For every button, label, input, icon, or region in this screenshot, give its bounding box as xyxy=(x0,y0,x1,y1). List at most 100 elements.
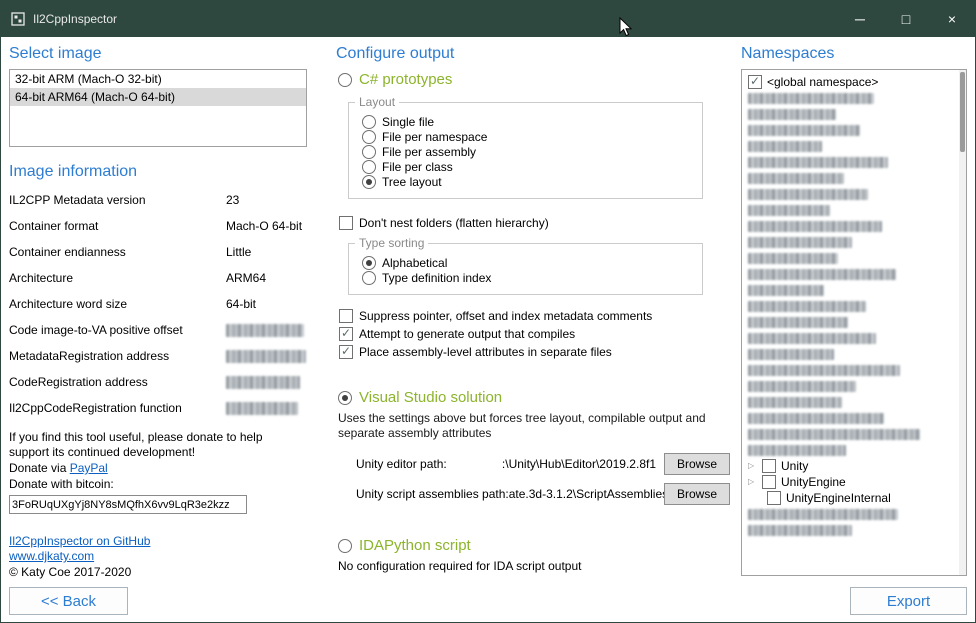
namespace-item[interactable]: ▷UnityEngine xyxy=(748,474,966,490)
redacted-namespace xyxy=(748,285,824,296)
radio-option[interactable]: Alphabetical xyxy=(362,255,702,270)
image-list[interactable]: 32-bit ARM (Mach-O 32-bit)64-bit ARM64 (… xyxy=(9,69,307,147)
website-link[interactable]: www.djkaty.com xyxy=(9,549,307,564)
app-icon xyxy=(11,12,25,26)
namespace-item[interactable] xyxy=(748,90,966,106)
namespace-item[interactable] xyxy=(748,234,966,250)
namespace-item[interactable] xyxy=(748,362,966,378)
layout-options: Single fileFile per namespaceFile per as… xyxy=(362,114,702,189)
namespace-item[interactable] xyxy=(748,218,966,234)
radio-option[interactable]: Type definition index xyxy=(362,270,702,285)
namespace-item[interactable] xyxy=(748,282,966,298)
namespace-item[interactable] xyxy=(748,154,966,170)
bitcoin-label: Donate with bitcoin: xyxy=(9,477,307,492)
browse-script-button[interactable]: Browse xyxy=(664,483,730,505)
bitcoin-address-input[interactable] xyxy=(9,495,247,514)
namespace-list[interactable]: <global namespace> ▷ Unity▷UnityEngineUnit… xyxy=(741,69,967,576)
csharp-prototypes-radio[interactable]: C# prototypes xyxy=(338,71,732,88)
namespace-item[interactable] xyxy=(748,346,966,362)
namespace-item[interactable]: ▷ Unity xyxy=(748,458,966,474)
scrollbar-thumb[interactable] xyxy=(960,72,965,152)
image-option[interactable]: 64-bit ARM64 (Mach-O 64-bit) xyxy=(10,88,306,106)
checkbox-option[interactable]: Place assembly-level attributes in separ… xyxy=(339,344,732,359)
namespace-item[interactable]: UnityEngineInternal xyxy=(748,490,966,506)
redacted-namespace xyxy=(748,109,836,120)
namespace-item[interactable] xyxy=(748,186,966,202)
donate-via-label: Donate via xyxy=(9,461,70,475)
redacted-namespace xyxy=(748,445,846,456)
namespace-item[interactable] xyxy=(748,250,966,266)
close-button[interactable]: × xyxy=(929,1,975,37)
namespace-item[interactable]: <global namespace> xyxy=(748,74,966,90)
option-label: Place assembly-level attributes in separ… xyxy=(359,345,612,359)
redacted-namespace xyxy=(748,301,866,312)
redacted-namespace xyxy=(748,429,920,440)
redacted-namespace xyxy=(748,237,852,248)
namespace-item[interactable] xyxy=(748,202,966,218)
info-value: 23 xyxy=(226,193,307,208)
radio-icon xyxy=(362,115,376,129)
redacted-value xyxy=(226,376,300,389)
visual-studio-label: Visual Studio solution xyxy=(359,389,502,406)
visual-studio-radio[interactable]: Visual Studio solution xyxy=(338,389,732,406)
namespace-item[interactable] xyxy=(748,394,966,410)
namespace-item[interactable] xyxy=(748,170,966,186)
namespace-item[interactable] xyxy=(748,122,966,138)
csharp-checkboxes: Suppress pointer, offset and index metad… xyxy=(336,308,732,359)
maximize-button[interactable]: □ xyxy=(883,1,929,37)
namespace-item[interactable] xyxy=(748,266,966,282)
back-button[interactable]: << Back xyxy=(9,587,128,615)
type-sorting-groupbox: Type sorting AlphabeticalType definition… xyxy=(348,243,703,295)
namespace-item[interactable] xyxy=(748,522,966,538)
info-value xyxy=(226,401,307,416)
radio-option[interactable]: Tree layout xyxy=(362,174,702,189)
github-link[interactable]: Il2CppInspector on GitHub xyxy=(9,534,307,549)
redacted-namespace xyxy=(748,205,830,216)
radio-option[interactable]: File per namespace xyxy=(362,129,702,144)
flatten-checkbox[interactable]: Don't nest folders (flatten hierarchy) xyxy=(339,215,732,230)
redacted-namespace xyxy=(748,125,860,136)
namespace-item[interactable] xyxy=(748,106,966,122)
namespace-item[interactable] xyxy=(748,410,966,426)
info-key: Architecture word size xyxy=(9,297,226,312)
redacted-namespace xyxy=(748,157,888,168)
namespace-item[interactable] xyxy=(748,314,966,330)
window-title: Il2CppInspector xyxy=(33,12,117,26)
flatten-label: Don't nest folders (flatten hierarchy) xyxy=(359,216,549,230)
namespace-item[interactable] xyxy=(748,298,966,314)
namespace-item[interactable] xyxy=(748,138,966,154)
checkbox-icon xyxy=(339,345,353,359)
namespace-item[interactable] xyxy=(748,442,966,458)
expander-icon[interactable]: ▷ xyxy=(748,458,757,474)
info-key: Architecture xyxy=(9,271,226,286)
redacted-namespace xyxy=(748,141,822,152)
option-label: Suppress pointer, offset and index metad… xyxy=(359,309,652,323)
namespace-item[interactable] xyxy=(748,378,966,394)
export-button[interactable]: Export xyxy=(850,587,967,615)
redacted-namespace xyxy=(748,269,896,280)
radio-icon xyxy=(362,130,376,144)
redacted-namespace xyxy=(748,253,838,264)
redacted-namespace xyxy=(748,317,848,328)
radio-option[interactable]: Single file xyxy=(362,114,702,129)
scrollbar-track[interactable] xyxy=(959,70,966,575)
redacted-value xyxy=(226,402,298,415)
option-label: File per namespace xyxy=(382,130,487,144)
namespace-item[interactable] xyxy=(748,330,966,346)
namespace-item[interactable] xyxy=(748,506,966,522)
radio-option[interactable]: File per assembly xyxy=(362,144,702,159)
radio-option[interactable]: File per class xyxy=(362,159,702,174)
checkbox-option[interactable]: Suppress pointer, offset and index metad… xyxy=(339,308,732,323)
option-label: File per assembly xyxy=(382,145,476,159)
expander-icon[interactable]: ▷ xyxy=(748,474,757,490)
minimize-button[interactable]: ─ xyxy=(837,1,883,37)
idapython-radio[interactable]: IDAPython script xyxy=(338,537,732,554)
option-label: Tree layout xyxy=(382,175,442,189)
info-key: Container format xyxy=(9,219,226,234)
paypal-link[interactable]: PayPal xyxy=(70,461,108,475)
image-option[interactable]: 32-bit ARM (Mach-O 32-bit) xyxy=(10,70,306,88)
checkbox-option[interactable]: Attempt to generate output that compiles xyxy=(339,326,732,341)
browse-editor-button[interactable]: Browse xyxy=(664,453,730,475)
namespace-label: Unity xyxy=(781,459,808,473)
namespace-item[interactable] xyxy=(748,426,966,442)
